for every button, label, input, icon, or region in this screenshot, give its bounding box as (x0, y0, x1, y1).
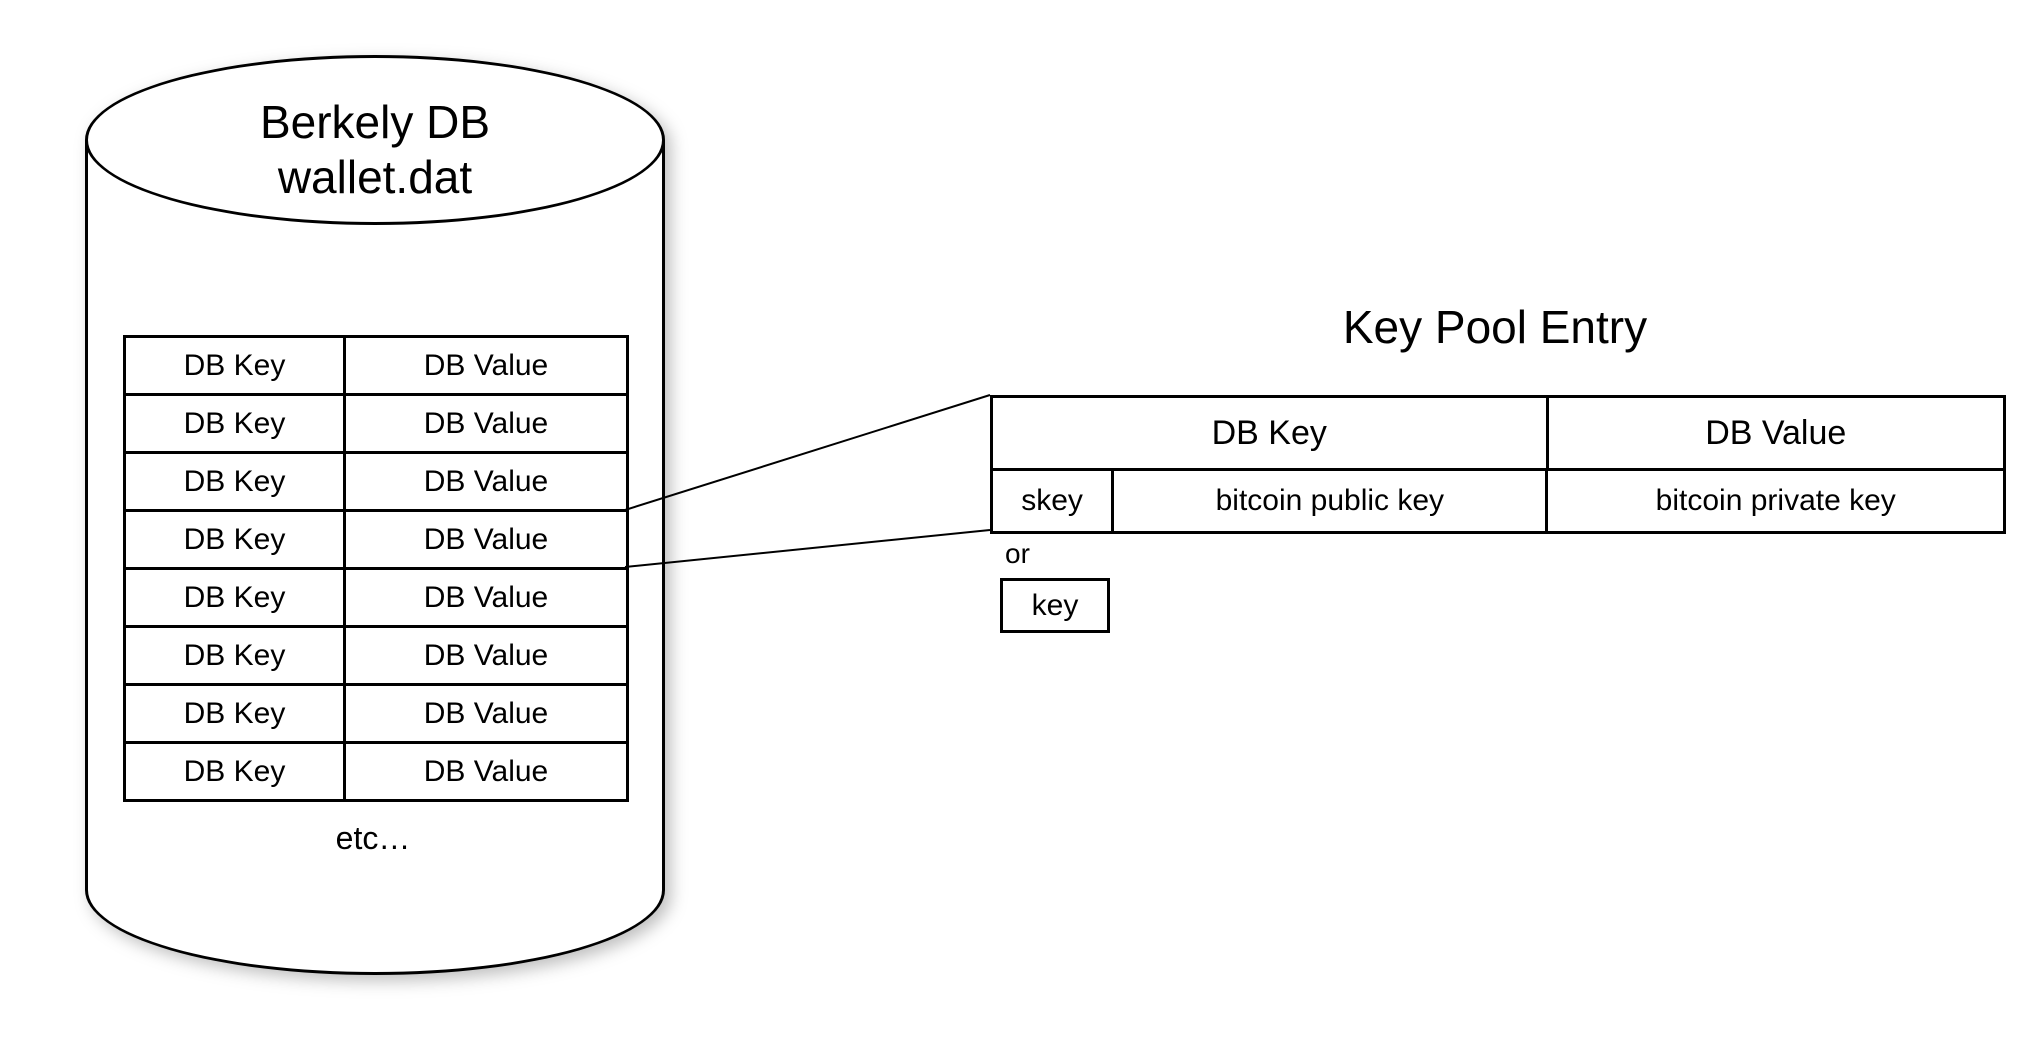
db-key-cell: DB Key (126, 570, 346, 625)
db-value-cell: DB Value (346, 512, 626, 567)
db-table: DB Key DB Value DB Key DB Value DB Key D… (123, 335, 629, 802)
pool-table: DB Key DB Value skey bitcoin public key … (990, 395, 2006, 534)
alt-key-box: key (1000, 578, 1110, 633)
table-row: DB Key DB Value (126, 338, 626, 396)
or-label: or (1005, 538, 1030, 570)
db-key-cell: DB Key (126, 396, 346, 451)
cylinder-title-line1: Berkely DB (260, 96, 490, 148)
cylinder-title-line2: wallet.dat (278, 151, 472, 203)
db-value-cell: DB Value (346, 686, 626, 741)
db-key-cell: DB Key (126, 628, 346, 683)
pool-privkey-cell: bitcoin private key (1548, 471, 2003, 531)
pool-title: Key Pool Entry (990, 300, 2000, 354)
db-key-cell: DB Key (126, 686, 346, 741)
table-row: DB Key DB Value (126, 744, 626, 799)
pool-pubkey-cell: bitcoin public key (1114, 471, 1548, 531)
cylinder-title: Berkely DB wallet.dat (85, 95, 665, 205)
pool-skey-cell: skey (993, 471, 1114, 531)
db-value-cell: DB Value (346, 744, 626, 799)
db-value-cell: DB Value (346, 570, 626, 625)
table-row: DB Key DB Value (126, 396, 626, 454)
db-value-cell: DB Value (346, 454, 626, 509)
table-row: DB Key DB Value (126, 628, 626, 686)
db-value-cell: DB Value (346, 396, 626, 451)
db-key-cell: DB Key (126, 338, 346, 393)
pool-header-row: DB Key DB Value (993, 398, 2003, 471)
etc-label: etc… (123, 820, 623, 857)
table-row: DB Key DB Value (126, 454, 626, 512)
pool-header-value: DB Value (1549, 398, 2004, 468)
db-key-cell: DB Key (126, 744, 346, 799)
db-key-cell: DB Key (126, 454, 346, 509)
db-value-cell: DB Value (346, 628, 626, 683)
db-value-cell: DB Value (346, 338, 626, 393)
pool-header-key: DB Key (993, 398, 1549, 468)
table-row: DB Key DB Value (126, 686, 626, 744)
pool-data-row: skey bitcoin public key bitcoin private … (993, 471, 2003, 531)
table-row: DB Key DB Value (126, 570, 626, 628)
db-key-cell: DB Key (126, 512, 346, 567)
table-row: DB Key DB Value (126, 512, 626, 570)
diagram-canvas: Berkely DB wallet.dat DB Key DB Value DB… (0, 0, 2037, 1054)
